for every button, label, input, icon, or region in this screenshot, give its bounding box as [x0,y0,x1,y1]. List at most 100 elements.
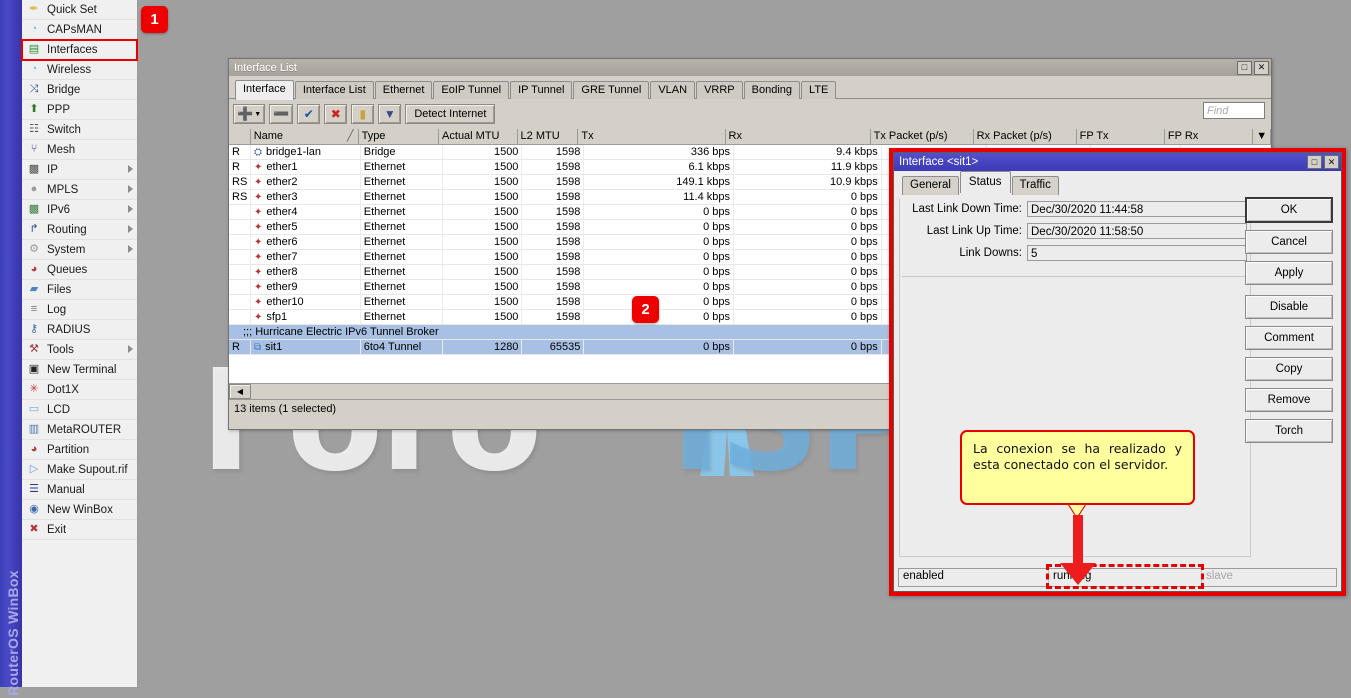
sidebar-item-label: Wireless [47,64,91,76]
ethernet-icon: ✦ [254,267,262,278]
tab-lte[interactable]: LTE [801,81,836,99]
table-cell: 1598 [522,220,584,234]
sidebar-item-manual[interactable]: ☰Manual [22,480,137,500]
sidebar-item-ip[interactable]: ▩IP [22,160,137,180]
filter-button[interactable]: ▼ [378,104,401,124]
sidebar-item-routing[interactable]: ↱Routing [22,220,137,240]
find-input[interactable]: Find [1203,102,1265,119]
column-header[interactable]: Tx [578,129,725,144]
column-chooser-icon[interactable]: ▼ [1253,129,1271,144]
sidebar-item-radius[interactable]: ⚷RADIUS [22,320,137,340]
table-cell [229,205,251,219]
disable-button[interactable]: Disable [1245,295,1333,319]
sidebar-item-wireless[interactable]: ◔Wireless [22,60,137,80]
ipv6-icon: ▩ [26,203,42,217]
column-header[interactable]: Name╱ [251,129,359,144]
field-value[interactable]: Dec/30/2020 11:44:58 [1027,201,1247,217]
detect-internet-button[interactable]: Detect Internet [405,104,495,124]
copy-button[interactable]: Copy [1245,357,1333,381]
column-header[interactable]: Rx [726,129,871,144]
table-cell: 1598 [522,295,584,309]
sidebar-item-make-supout-rif[interactable]: ▷Make Supout.rif [22,460,137,480]
tab-interface-list[interactable]: Interface List [295,81,374,99]
close-icon[interactable]: ✕ [1324,155,1339,169]
field-value[interactable]: 5 [1027,245,1247,261]
column-header[interactable]: Tx Packet (p/s) [871,129,974,144]
sidebar-item-switch[interactable]: ☷Switch [22,120,137,140]
sidebar-item-metarouter[interactable]: ▥MetaROUTER [22,420,137,440]
column-header[interactable] [229,129,251,144]
maximize-icon[interactable]: □ [1307,155,1322,169]
comment-button[interactable]: Comment [1245,326,1333,350]
sidebar-item-new-terminal[interactable]: ▣New Terminal [22,360,137,380]
sidebar-item-mpls[interactable]: ●MPLS [22,180,137,200]
ethernet-icon: ✦ [254,252,262,263]
sidebar-item-mesh[interactable]: ⑂Mesh [22,140,137,160]
remove-button[interactable]: Remove [1245,388,1333,412]
torch-button[interactable]: Torch [1245,419,1333,443]
sidebar-item-quick-set[interactable]: ✒Quick Set [22,0,137,20]
interface-list-title: Interface List [234,62,1235,74]
column-header[interactable]: Actual MTU [439,129,518,144]
enable-button[interactable]: ✔ [297,104,320,124]
tab-ip-tunnel[interactable]: IP Tunnel [510,81,572,99]
sidebar-item-dot1x[interactable]: ✳Dot1X [22,380,137,400]
manual-icon: ☰ [26,483,42,497]
disable-button[interactable]: ✖ [324,104,347,124]
table-cell: 0 bps [734,235,882,249]
sidebar-item-log[interactable]: ≡Log [22,300,137,320]
tab-vlan[interactable]: VLAN [650,81,695,99]
sidebar-item-interfaces[interactable]: ▤Interfaces [22,40,137,60]
column-header[interactable]: Type [359,129,439,144]
sidebar-item-lcd[interactable]: ▭LCD [22,400,137,420]
callout-arrow-down [1058,515,1098,587]
field-value[interactable]: Dec/30/2020 11:58:50 [1027,223,1247,239]
remove-button[interactable]: ➖ [269,104,293,124]
close-icon[interactable]: ✕ [1254,61,1269,75]
tab-vrrp[interactable]: VRRP [696,81,743,99]
table-cell: ✦ether10 [251,295,361,309]
sidebar-item-label: MPLS [47,184,78,196]
tab-interface[interactable]: Interface [235,80,294,100]
annotation-badge-2: 2 [632,296,659,323]
maximize-icon[interactable]: □ [1237,61,1252,75]
sidebar-item-label: Bridge [47,84,80,96]
column-header[interactable]: FP Tx [1077,129,1165,144]
sidebar-item-files[interactable]: ▰Files [22,280,137,300]
sidebar-item-queues[interactable]: ◕Queues [22,260,137,280]
sidebar-item-bridge[interactable]: ⤨Bridge [22,80,137,100]
tab-general[interactable]: General [902,176,959,195]
sidebar-item-new-winbox[interactable]: ◉New WinBox [22,500,137,520]
sidebar-item-ipv6[interactable]: ▩IPv6 [22,200,137,220]
table-cell: ✦sfp1 [251,310,361,324]
sidebar-item-ppp[interactable]: ⬆ PPP [22,100,137,120]
tab-eoip-tunnel[interactable]: EoIP Tunnel [433,81,509,99]
sidebar-item-tools[interactable]: ⚒Tools [22,340,137,360]
column-header[interactable]: Rx Packet (p/s) [974,129,1077,144]
sidebar-item-system[interactable]: ⚙System [22,240,137,260]
ppp-icon: ⬆ [26,103,42,117]
table-cell: 0 bps [584,220,734,234]
sidebar-item-capsman[interactable]: ◔CAPsMAN [22,20,137,40]
table-cell: 1500 [443,250,523,264]
chevron-right-icon [128,345,133,353]
tab-status[interactable]: Status [960,171,1011,193]
tab-bonding[interactable]: Bonding [744,81,800,99]
sidebar-item-label: MetaROUTER [47,424,121,436]
sidebar-item-label: PPP [47,104,70,116]
table-cell: 0 bps [734,205,882,219]
column-header[interactable]: FP Rx [1165,129,1253,144]
tab-traffic[interactable]: Traffic [1012,176,1059,195]
apply-button[interactable]: Apply [1245,261,1333,285]
column-header[interactable]: L2 MTU [518,129,579,144]
tab-ethernet[interactable]: Ethernet [375,81,433,99]
tab-gre-tunnel[interactable]: GRE Tunnel [573,81,649,99]
form-divider [902,276,1247,277]
cancel-button[interactable]: Cancel [1245,230,1333,254]
comment-button[interactable]: ▮ [351,104,374,124]
add-button[interactable]: ➕ ▼ [233,104,265,124]
sidebar-item-exit[interactable]: ✖Exit [22,520,137,540]
ok-button[interactable]: OK [1245,197,1333,223]
sidebar-item-partition[interactable]: ◕Partition [22,440,137,460]
scroll-left-button[interactable]: ◀ [229,384,251,399]
